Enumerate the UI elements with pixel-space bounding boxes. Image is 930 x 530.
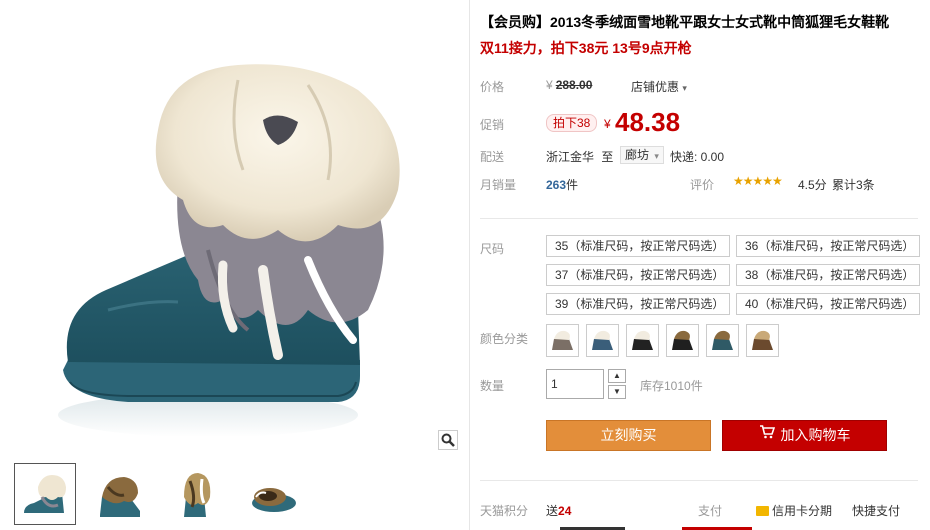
- product-title: 【会员购】2013冬季绒面雪地靴平跟女士女式靴中筒狐狸毛女鞋靴: [480, 14, 890, 30]
- product-subtitle: 双11接力，拍下38元 13号9点开枪: [480, 40, 692, 56]
- sales-unit: 件: [566, 178, 579, 192]
- add-to-cart-button[interactable]: 加入购物车: [722, 420, 887, 451]
- original-price: ¥288.00: [546, 78, 592, 92]
- thumbnail-3[interactable]: [166, 463, 228, 525]
- currency-symbol: ¥: [546, 78, 553, 92]
- promo-currency: ¥: [604, 117, 611, 131]
- chevron-down-icon: ▾: [654, 151, 659, 161]
- size-option-38[interactable]: 38（标准尺码，按正常尺码选）: [736, 264, 920, 286]
- divider: [480, 218, 918, 219]
- review-count-link[interactable]: 累计3条: [832, 176, 875, 193]
- add-to-cart-label: 加入购物车: [780, 427, 851, 443]
- thumbnail-list: [14, 463, 304, 525]
- rating-score: 4.5分: [798, 178, 827, 192]
- points-prefix: 送: [546, 504, 559, 518]
- buy-now-button[interactable]: 立刻购买: [546, 420, 711, 451]
- size-label: 尺码: [480, 242, 505, 256]
- thumbnail-4[interactable]: [242, 463, 304, 525]
- thumbnail-1[interactable]: [14, 463, 76, 525]
- size-option-40[interactable]: 40（标准尺码，按正常尺码选）: [736, 293, 920, 315]
- store-promo-label: 店铺优惠: [631, 80, 680, 94]
- shipping-label: 配送: [480, 150, 505, 164]
- color-swatch-5[interactable]: [706, 324, 739, 357]
- zoom-icon[interactable]: [438, 430, 458, 450]
- boot-swatch-brown-icon: [752, 330, 773, 350]
- boot-thumbnail-top-icon: [252, 488, 296, 512]
- boot-thumbnail-side-icon: [100, 477, 140, 517]
- points-value: 24: [558, 504, 572, 518]
- boot-swatch-gray-icon: [552, 330, 573, 350]
- ship-destination-select[interactable]: 廊坊 ▾: [620, 146, 664, 164]
- promo-label: 促销: [480, 118, 505, 132]
- size-option-37[interactable]: 37（标准尺码，按正常尺码选）: [546, 264, 730, 286]
- ship-to-word: 至: [601, 150, 614, 164]
- original-price-value: 288.00: [555, 78, 593, 92]
- divider: [480, 480, 918, 481]
- size-option-35[interactable]: 35（标准尺码，按正常尺码选）: [546, 235, 730, 257]
- ship-from: 浙江金华 至: [546, 148, 613, 165]
- credit-installment[interactable]: 信用卡分期: [756, 502, 832, 519]
- quantity-decrease-icon[interactable]: ▼: [608, 385, 626, 399]
- cart-icon: [759, 420, 775, 449]
- product-info-panel: 【会员购】2013冬季绒面雪地靴平跟女士女式靴中筒狐狸毛女鞋靴 双11接力，拍下…: [480, 0, 930, 530]
- product-gallery: [0, 0, 470, 530]
- thumbnail-2[interactable]: [90, 463, 152, 525]
- rating-stars-icon: ★★★★★: [733, 174, 783, 188]
- ship-origin: 浙江金华: [546, 150, 595, 164]
- size-option-39[interactable]: 39（标准尺码，按正常尺码选）: [546, 293, 730, 315]
- payment-label: 支付: [698, 504, 723, 518]
- price-label: 价格: [480, 80, 505, 94]
- size-option-36[interactable]: 36（标准尺码，按正常尺码选）: [736, 235, 920, 257]
- stock-count: 库存1010件: [640, 379, 703, 393]
- color-swatch-6[interactable]: [746, 324, 779, 357]
- color-swatch-2[interactable]: [586, 324, 619, 357]
- quantity-increase-icon[interactable]: ▲: [608, 369, 626, 383]
- monthly-sales-label: 月销量: [480, 178, 517, 192]
- promo-price: 48.38: [615, 107, 681, 137]
- shipping-fee: 快递: 0.00: [670, 150, 725, 164]
- size-options: 35（标准尺码，按正常尺码选） 36（标准尺码，按正常尺码选） 37（标准尺码，…: [546, 235, 920, 315]
- boot-thumbnail-back-icon: [184, 473, 211, 517]
- main-product-image[interactable]: [8, 10, 462, 450]
- boot-swatch-black-brown-icon: [672, 330, 693, 350]
- color-swatch-3[interactable]: [626, 324, 659, 357]
- quantity-input[interactable]: 1: [546, 369, 604, 399]
- boot-thumbnail-front-icon: [24, 475, 66, 513]
- boot-swatch-teal-icon: [712, 330, 733, 350]
- credit-card-icon: [756, 505, 769, 516]
- rating-label: 评价: [690, 178, 715, 192]
- store-promo-dropdown[interactable]: 店铺优惠 ▾: [631, 78, 687, 95]
- credit-installment-label: 信用卡分期: [772, 504, 833, 518]
- snow-boot-image: [58, 64, 400, 437]
- color-options: [546, 324, 779, 357]
- boot-swatch-black-icon: [632, 330, 653, 350]
- monthly-sales: 263件: [546, 176, 578, 193]
- tmall-points-label: 天猫积分: [480, 504, 529, 518]
- promo-tag: 拍下38: [546, 114, 598, 132]
- boot-swatch-blue-icon: [592, 330, 613, 350]
- chevron-down-icon: ▾: [682, 83, 687, 93]
- color-swatch-4[interactable]: [666, 324, 699, 357]
- ship-destination: 廊坊: [625, 148, 650, 162]
- tmall-points: 送24: [546, 502, 571, 519]
- color-swatch-1[interactable]: [546, 324, 579, 357]
- sales-count: 263: [546, 178, 567, 192]
- quick-pay[interactable]: 快捷支付: [852, 502, 900, 519]
- quantity-label: 数量: [480, 379, 505, 393]
- color-label: 颜色分类: [480, 332, 529, 346]
